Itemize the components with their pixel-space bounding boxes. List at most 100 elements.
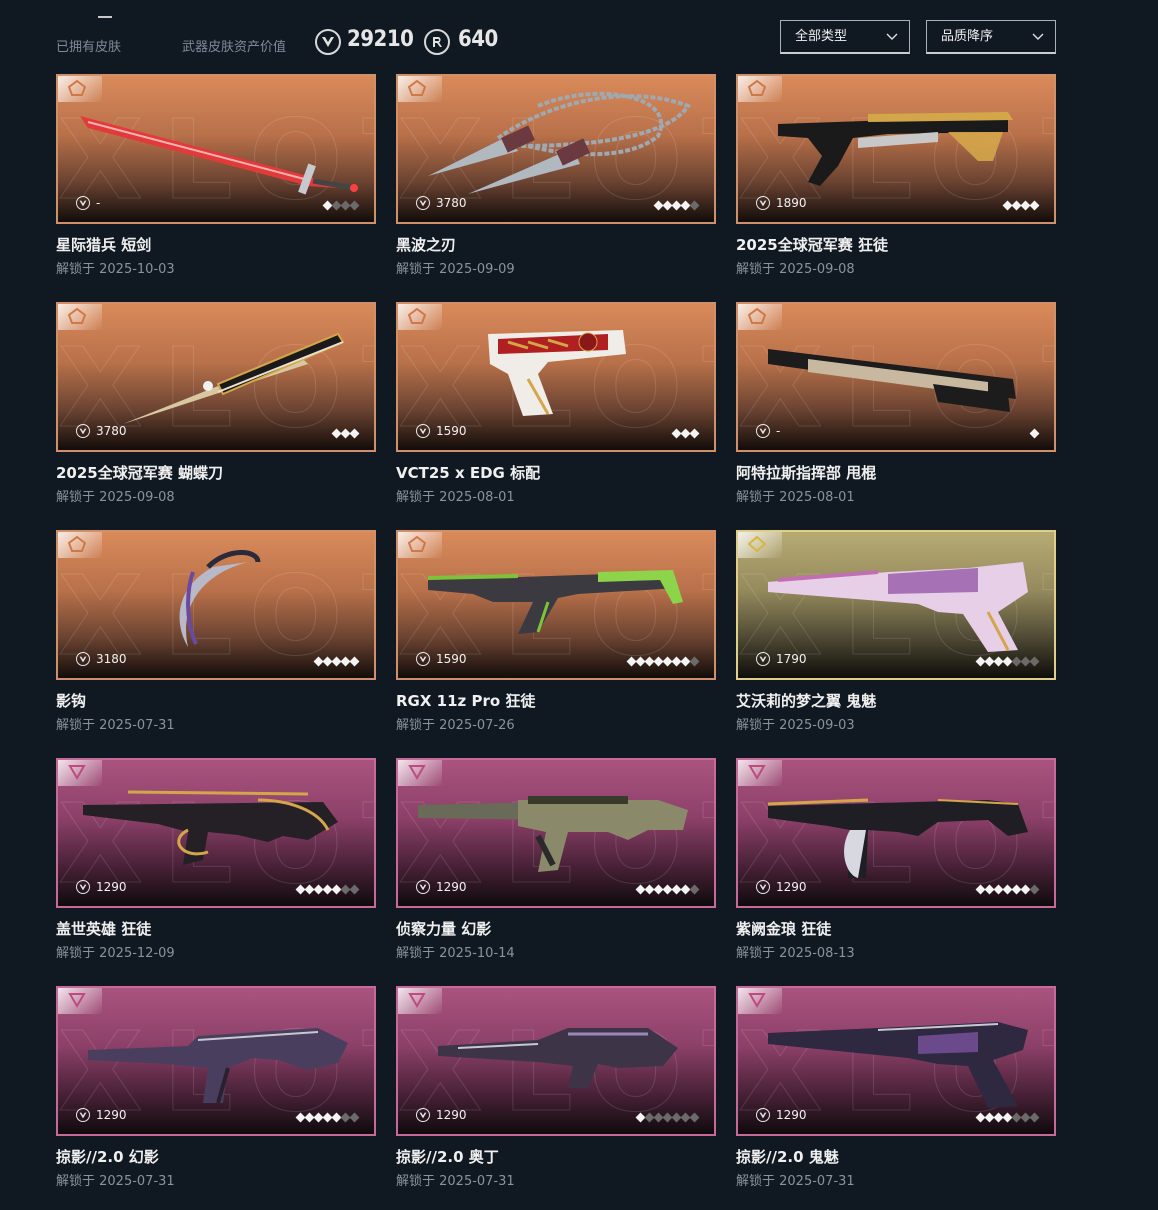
skin-card[interactable]: XLOT1590 VCT25 x EDG 标配解锁于 2025-08-01 — [396, 302, 716, 512]
skin-card[interactable]: XLOT- 星际猎兵 短剑解锁于 2025-10-03 — [56, 74, 376, 284]
skin-card[interactable]: XLOT1290 掠影//2.0 幻影解锁于 2025-07-31 — [56, 986, 376, 1196]
upgrade-levels — [1029, 428, 1040, 439]
skin-price-value: 1290 — [776, 1108, 807, 1122]
skin-name: 黑波之刃 — [396, 236, 457, 254]
level-gem-icon — [349, 428, 360, 439]
skin-price: 1590 — [416, 424, 467, 438]
skin-price-value: - — [96, 196, 101, 210]
upgrade-levels — [653, 200, 700, 211]
skin-card[interactable]: XLOT1290 掠影//2.0 鬼魅解锁于 2025-07-31 — [736, 986, 1056, 1196]
skin-unlock-date: 解锁于 2025-09-03 — [736, 718, 855, 733]
skin-name: 掠影//2.0 奥丁 — [396, 1148, 499, 1166]
skin-unlock-date: 解锁于 2025-07-31 — [396, 1174, 515, 1189]
upgrade-levels — [1002, 200, 1040, 211]
skin-name: 盖世英雄 狂徒 — [56, 920, 152, 938]
skin-image-frame: XLOT- — [736, 302, 1056, 452]
upgrade-levels — [635, 884, 700, 895]
skin-image-frame: XLOT1890 — [736, 74, 1056, 224]
skin-card[interactable]: XLOT1290 侦察力量 幻影解锁于 2025-10-14 — [396, 758, 716, 968]
skin-price-value: 3780 — [436, 196, 467, 210]
valorant-points-icon — [756, 196, 770, 210]
skin-card[interactable]: XLOT1890 2025全球冠军赛 狂徒解锁于 2025-09-08 — [736, 74, 1056, 284]
skin-card[interactable]: XLOT1290 紫阙金琅 狂徒解锁于 2025-08-13 — [736, 758, 1056, 968]
skin-value-label: 武器皮肤资产价值 — [182, 40, 287, 55]
skin-image-frame: XLOT3780 — [396, 74, 716, 224]
skin-price: 1290 — [416, 1108, 467, 1122]
skin-card[interactable]: XLOT1790 艾沃莉的梦之翼 鬼魅解锁于 2025-09-03 — [736, 530, 1056, 740]
skin-card[interactable]: XLOT1290 盖世英雄 狂徒解锁于 2025-12-09 — [56, 758, 376, 968]
skin-name: 影钩 — [56, 692, 87, 710]
upgrade-levels — [975, 656, 1040, 667]
skin-image-frame: XLOT1790 — [736, 530, 1056, 680]
skin-name: 掠影//2.0 幻影 — [56, 1148, 159, 1166]
level-gem-icon — [349, 1112, 360, 1123]
upgrade-levels — [671, 428, 700, 439]
skin-card[interactable]: XLOT3780 2025全球冠军赛 蝴蝶刀解锁于 2025-09-08 — [56, 302, 376, 512]
level-gem-icon — [689, 428, 700, 439]
skin-unlock-date: 解锁于 2025-09-09 — [396, 262, 515, 277]
skin-price-value: 1590 — [436, 424, 467, 438]
skin-price: 1290 — [76, 1108, 127, 1122]
skin-price: 1890 — [756, 196, 807, 210]
skin-card[interactable]: XLOT- 阿特拉斯指挥部 甩棍解锁于 2025-08-01 — [736, 302, 1056, 512]
valorant-points-icon — [756, 652, 770, 666]
type-filter-value: 全部类型 — [795, 29, 848, 44]
upgrade-levels — [635, 1112, 700, 1123]
skin-image-frame: XLOT1290 — [396, 758, 716, 908]
valorant-points-icon — [756, 880, 770, 894]
skin-name: VCT25 x EDG 标配 — [396, 464, 541, 482]
skin-image-frame: XLOT3780 — [56, 302, 376, 452]
valorant-points-icon — [756, 1108, 770, 1122]
skin-card[interactable]: XLOT1590 RGX 11z Pro 狂徒解锁于 2025-07-26 — [396, 530, 716, 740]
skin-unlock-date: 解锁于 2025-12-09 — [56, 946, 175, 961]
skin-name: RGX 11z Pro 狂徒 — [396, 692, 536, 710]
skin-price: 3780 — [416, 196, 467, 210]
skin-name: 阿特拉斯指挥部 甩棍 — [736, 464, 877, 482]
sort-select[interactable]: 品质降序 — [926, 20, 1056, 54]
level-gem-icon — [1029, 1112, 1040, 1123]
type-filter-select[interactable]: 全部类型 — [780, 20, 910, 54]
upgrade-levels — [313, 656, 360, 667]
skin-card[interactable]: XLOT3780 黑波之刃解锁于 2025-09-09 — [396, 74, 716, 284]
valorant-points-icon — [416, 652, 430, 666]
skin-price-value: 1290 — [436, 880, 467, 894]
skin-name: 掠影//2.0 鬼魅 — [736, 1148, 839, 1166]
skin-price: 1590 — [416, 652, 467, 666]
skin-price: 1290 — [756, 1108, 807, 1122]
skin-image-frame: XLOT1590 — [396, 530, 716, 680]
skin-unlock-date: 解锁于 2025-07-31 — [736, 1174, 855, 1189]
chevron-down-icon — [886, 33, 898, 40]
valorant-points-icon — [416, 424, 430, 438]
skin-image-frame: XLOT1290 — [56, 758, 376, 908]
skin-card[interactable]: XLOT3180 影钩解锁于 2025-07-31 — [56, 530, 376, 740]
skin-unlock-date: 解锁于 2025-08-01 — [396, 490, 515, 505]
valorant-points-icon — [416, 196, 430, 210]
skin-card[interactable]: XLOT1290 掠影//2.0 奥丁解锁于 2025-07-31 — [396, 986, 716, 1196]
valorant-points-icon — [76, 652, 90, 666]
skin-image-frame: XLOT3180 — [56, 530, 376, 680]
skin-name: 2025全球冠军赛 蝴蝶刀 — [56, 464, 223, 482]
skin-name: 侦察力量 幻影 — [396, 920, 492, 938]
skin-price-value: 1290 — [436, 1108, 467, 1122]
level-gem-icon — [1029, 200, 1040, 211]
skin-price-value: - — [776, 424, 781, 438]
skin-image-frame: XLOT1290 — [396, 986, 716, 1136]
level-gem-icon — [689, 1112, 700, 1123]
level-gem-icon — [1029, 428, 1040, 439]
level-gem-icon — [689, 884, 700, 895]
upgrade-levels — [295, 1112, 360, 1123]
radianite-points-icon — [424, 29, 450, 55]
skin-price: - — [76, 196, 100, 210]
skin-unlock-date: 解锁于 2025-10-03 — [56, 262, 175, 277]
valorant-points-icon — [76, 880, 90, 894]
upgrade-levels — [975, 884, 1040, 895]
skin-price-value: 3180 — [96, 652, 127, 666]
skin-name: 艾沃莉的梦之翼 鬼魅 — [736, 692, 877, 710]
skin-name: 2025全球冠军赛 狂徒 — [736, 236, 888, 254]
level-gem-icon — [689, 200, 700, 211]
upgrade-levels — [295, 884, 360, 895]
skin-price: 1290 — [76, 880, 127, 894]
skin-price: 1290 — [416, 880, 467, 894]
level-gem-icon — [349, 884, 360, 895]
skin-image-frame: XLOT1290 — [736, 986, 1056, 1136]
